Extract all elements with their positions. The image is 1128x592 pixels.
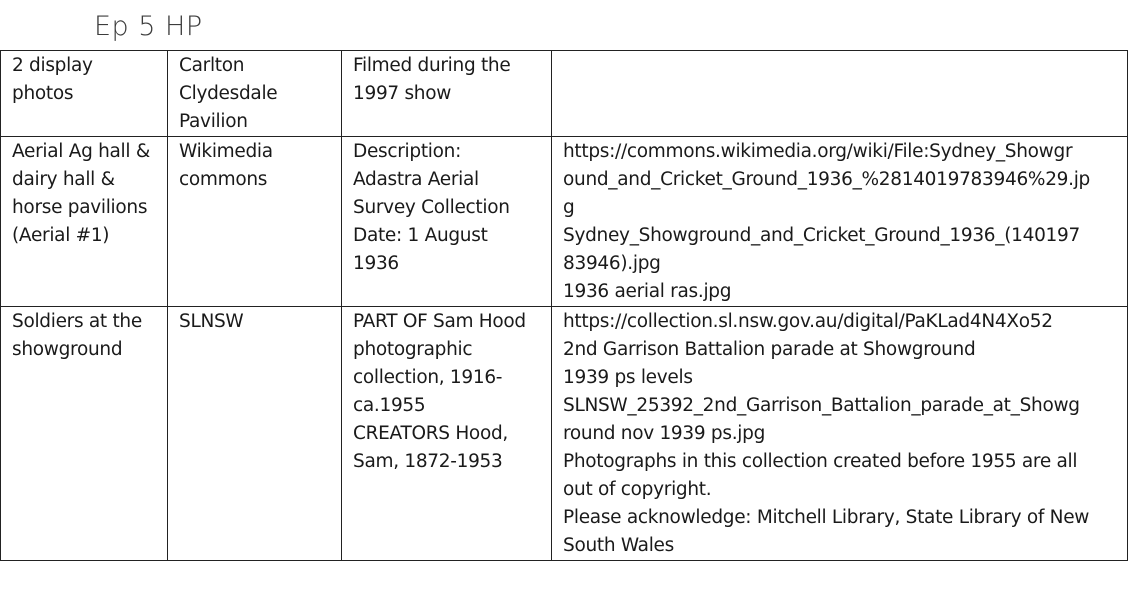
cell-links bbox=[551, 50, 1128, 137]
cell-source: SLNSW bbox=[167, 306, 342, 561]
cell-line: Wikimedia bbox=[179, 141, 273, 162]
link-line: 83946).jpg bbox=[563, 253, 661, 274]
link-line: Please acknowledge: Mitchell Library, St… bbox=[563, 507, 1090, 528]
cell-line: PART OF Sam Hood bbox=[353, 311, 526, 332]
cell-line: 1936 bbox=[353, 253, 399, 274]
cell-description: Description: Adastra Aerial Survey Colle… bbox=[341, 136, 552, 307]
link-line: ound_and_Cricket_Ground_1936_%2814019783… bbox=[563, 169, 1090, 190]
page-heading: Ep 5 HP bbox=[94, 11, 203, 42]
cell-line: commons bbox=[179, 169, 268, 190]
cell-line: dairy hall & bbox=[12, 169, 115, 190]
link-line: 1936 aerial ras.jpg bbox=[563, 281, 732, 302]
link-line: https://commons.wikimedia.org/wiki/File:… bbox=[563, 141, 1073, 162]
cell-line: photographic bbox=[353, 339, 473, 360]
cell-links: https://collection.sl.nsw.gov.au/digital… bbox=[551, 306, 1128, 561]
cell-source: Wikimedia commons bbox=[167, 136, 342, 307]
cell-line: horse pavilions bbox=[12, 197, 148, 218]
cell-item: 2 display photos bbox=[0, 50, 168, 137]
link-line: https://collection.sl.nsw.gov.au/digital… bbox=[563, 311, 1053, 332]
cell-item: Soldiers at the showground bbox=[0, 306, 168, 561]
link-line: out of copyright. bbox=[563, 479, 712, 500]
table-row: Soldiers at the showground SLNSW PART OF… bbox=[0, 306, 1128, 561]
cell-line: 2 display bbox=[12, 55, 93, 76]
cell-line: Date: 1 August bbox=[353, 225, 488, 246]
cell-line: CREATORS Hood, bbox=[353, 423, 508, 444]
cell-line: Pavilion bbox=[179, 111, 248, 132]
cell-line: SLNSW bbox=[179, 311, 244, 332]
cell-line: Survey Collection bbox=[353, 197, 510, 218]
cell-line: 1997 show bbox=[353, 83, 452, 104]
link-line: 2nd Garrison Battalion parade at Showgro… bbox=[563, 339, 976, 360]
table-row: Aerial Ag hall & dairy hall & horse pavi… bbox=[0, 136, 1128, 307]
link-line: Photographs in this collection created b… bbox=[563, 451, 1078, 472]
link-line: g bbox=[563, 197, 575, 218]
cell-line: ca.1955 bbox=[353, 395, 426, 416]
cell-line: Carlton bbox=[179, 55, 245, 76]
link-line: round nov 1939 ps.jpg bbox=[563, 423, 766, 444]
cell-line: Aerial Ag hall & bbox=[12, 141, 150, 162]
cell-line: Description: bbox=[353, 141, 461, 162]
link-line: South Wales bbox=[563, 535, 674, 556]
link-line: Sydney_Showground_and_Cricket_Ground_193… bbox=[563, 225, 1080, 246]
cell-line: photos bbox=[12, 83, 74, 104]
table-row: 2 display photos Carlton Clydesdale Pavi… bbox=[0, 50, 1128, 137]
cell-line: collection, 1916- bbox=[353, 367, 503, 388]
cell-line: Soldiers at the bbox=[12, 311, 142, 332]
cell-description: Filmed during the 1997 show bbox=[341, 50, 552, 137]
asset-table: 2 display photos Carlton Clydesdale Pavi… bbox=[0, 50, 1128, 561]
cell-line: Adastra Aerial bbox=[353, 169, 479, 190]
cell-source: Carlton Clydesdale Pavilion bbox=[167, 50, 342, 137]
cell-item: Aerial Ag hall & dairy hall & horse pavi… bbox=[0, 136, 168, 307]
cell-line: Sam, 1872-1953 bbox=[353, 451, 503, 472]
link-line: 1939 ps levels bbox=[563, 367, 693, 388]
cell-line: showground bbox=[12, 339, 123, 360]
cell-line: (Aerial #1) bbox=[12, 225, 110, 246]
cell-links: https://commons.wikimedia.org/wiki/File:… bbox=[551, 136, 1128, 307]
cell-description: PART OF Sam Hood photographic collection… bbox=[341, 306, 552, 561]
cell-line: Filmed during the bbox=[353, 55, 511, 76]
cell-line: Clydesdale bbox=[179, 83, 278, 104]
link-line: SLNSW_25392_2nd_Garrison_Battalion_parad… bbox=[563, 395, 1080, 416]
